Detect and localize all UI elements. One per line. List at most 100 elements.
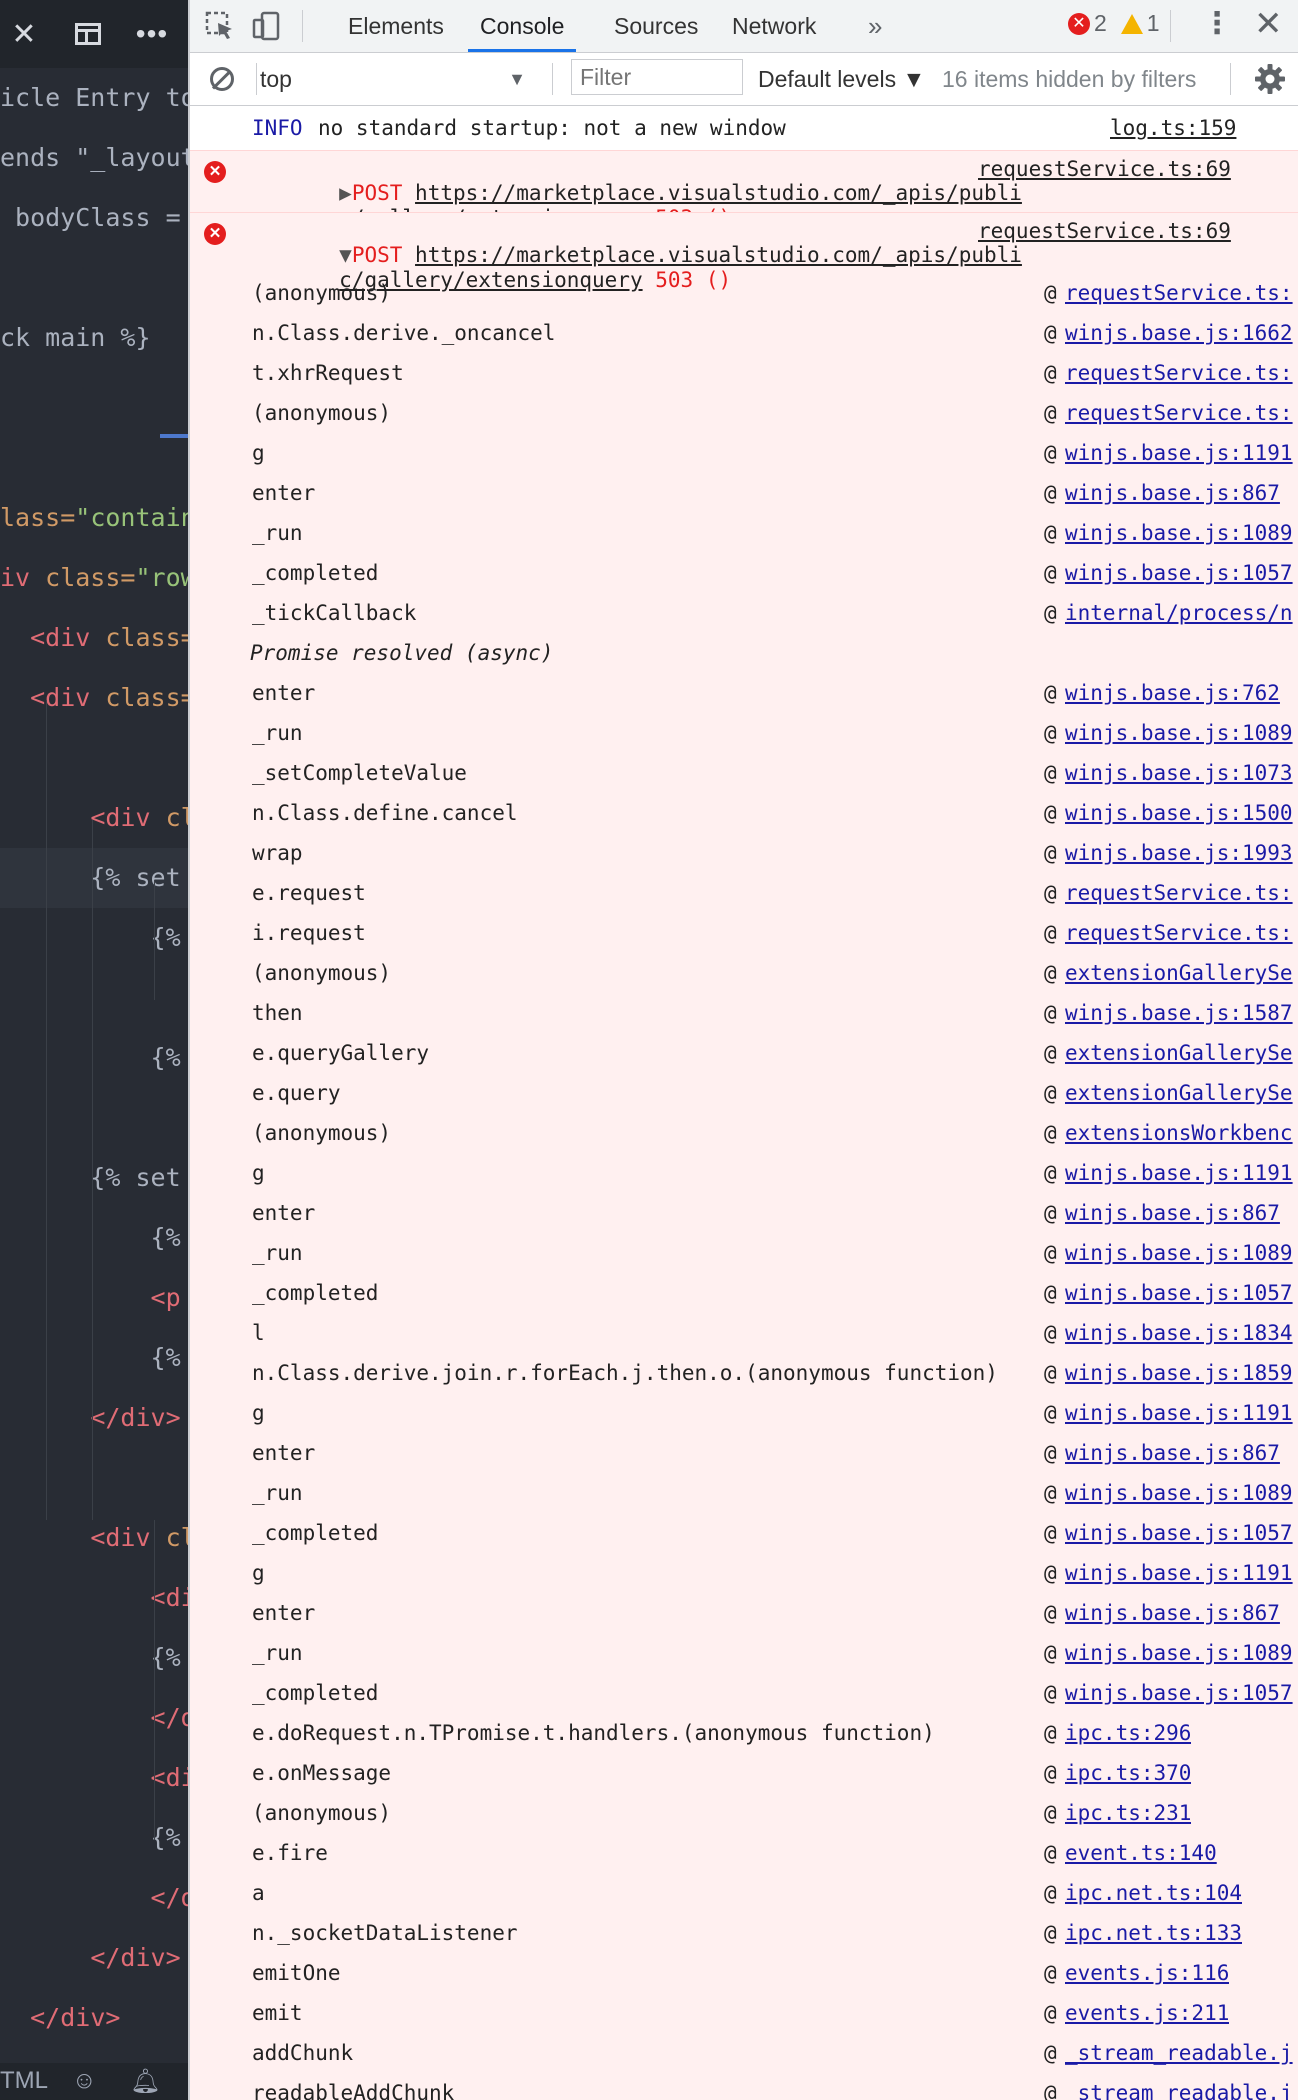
log-levels-dropdown[interactable]: Default levels ▼ [758, 61, 925, 97]
tab-elements[interactable]: Elements [336, 0, 456, 52]
kebab-menu-icon[interactable]: ⋮ [1202, 6, 1232, 41]
source-link[interactable]: _stream_readable.j [1065, 2033, 1293, 2073]
code-line[interactable]: </d [0, 1868, 188, 1928]
code-line[interactable] [0, 728, 188, 788]
code-line[interactable]: <div class= [0, 608, 188, 668]
gear-icon[interactable] [1254, 63, 1286, 95]
source-link[interactable]: winjs.base.js:1500 [1065, 793, 1293, 833]
code-line[interactable]: <di [0, 1748, 188, 1808]
code-line[interactable]: lass="contain [0, 488, 188, 548]
source-link[interactable]: winjs.base.js:1859 [1065, 1353, 1293, 1393]
tab-sources[interactable]: Sources [602, 0, 710, 52]
source-link[interactable]: extensionGallerySe [1065, 1073, 1293, 1113]
source-link[interactable]: extensionGallerySe [1065, 953, 1293, 993]
code-line[interactable]: <p [0, 1268, 188, 1328]
close-devtools-icon[interactable]: ✕ [1254, 4, 1283, 44]
source-link[interactable]: event.ts:140 [1065, 1833, 1217, 1873]
console-output[interactable]: INFO no standard startup: not a new wind… [190, 106, 1298, 2100]
code-line[interactable]: {% [0, 1028, 188, 1088]
code-line[interactable]: {% set [0, 848, 188, 908]
code-line[interactable]: {% [0, 1208, 188, 1268]
source-link[interactable]: ipc.ts:231 [1065, 1793, 1191, 1833]
code-line[interactable]: <div cl [0, 788, 188, 848]
split-editor-icon[interactable] [68, 14, 108, 54]
code-line[interactable] [0, 968, 188, 1028]
source-link[interactable]: winjs.base.js:1057 [1065, 1273, 1293, 1313]
tab-console[interactable]: Console [468, 0, 577, 52]
source-link[interactable]: winjs.base.js:1191 [1065, 433, 1293, 473]
source-link[interactable]: winjs.base.js:1089 [1065, 1633, 1293, 1673]
source-link[interactable]: winjs.base.js:867 [1065, 1193, 1280, 1233]
source-link[interactable]: log.ts:159 [1110, 116, 1236, 140]
source-link[interactable]: requestService.ts: [1065, 873, 1293, 913]
code-line[interactable]: {% [0, 1328, 188, 1388]
code-line[interactable]: {% [0, 908, 188, 968]
code-line[interactable] [0, 1448, 188, 1508]
code-line[interactable] [0, 248, 188, 308]
code-line[interactable]: bodyClass = [0, 188, 188, 248]
code-line[interactable]: {% [0, 1628, 188, 1688]
source-link[interactable]: winjs.base.js:1834 [1065, 1313, 1293, 1353]
clear-console-icon[interactable] [210, 67, 234, 91]
code-line[interactable]: </div> [0, 1928, 188, 1988]
code-line[interactable]: </d [0, 1688, 188, 1748]
context-select[interactable]: top ▼ [260, 61, 540, 97]
code-lines[interactable]: icle Entry to ends "_layout bodyClass = c… [0, 68, 188, 2063]
source-link[interactable]: winjs.base.js:1089 [1065, 513, 1293, 553]
device-toolbar-icon[interactable] [250, 10, 282, 42]
source-link[interactable]: requestService.ts:69 [978, 219, 1231, 243]
source-link[interactable]: winjs.base.js:1191 [1065, 1393, 1293, 1433]
code-editor[interactable]: ✕ ••• icle Entry to ends "_layout bodyCla… [0, 0, 188, 2100]
code-line[interactable]: </div> [0, 1388, 188, 1448]
source-link[interactable]: events.js:116 [1065, 1953, 1229, 1993]
source-link[interactable]: winjs.base.js:1089 [1065, 713, 1293, 753]
source-link[interactable]: winjs.base.js:1073 [1065, 753, 1293, 793]
code-line[interactable]: </div> [0, 1988, 188, 2048]
source-link[interactable]: winjs.base.js:1089 [1065, 1473, 1293, 1513]
source-link[interactable]: winjs.base.js:1191 [1065, 1153, 1293, 1193]
code-line[interactable]: <di [0, 1568, 188, 1628]
issue-counters[interactable]: ✕ 2 1 [1068, 10, 1160, 37]
source-link[interactable]: internal/process/n [1065, 593, 1293, 633]
code-line[interactable]: {% [0, 1808, 188, 1868]
source-link[interactable]: requestService.ts: [1065, 393, 1293, 433]
source-link[interactable]: winjs.base.js:1993 [1065, 833, 1293, 873]
source-link[interactable]: extensionsWorkbenc [1065, 1113, 1293, 1153]
filter-input[interactable] [571, 59, 743, 95]
source-link[interactable]: requestService.ts:69 [978, 157, 1231, 181]
source-link[interactable]: winjs.base.js:1089 [1065, 1233, 1293, 1273]
language-mode[interactable]: TML [0, 2067, 48, 2095]
source-link[interactable]: ipc.ts:296 [1065, 1713, 1191, 1753]
source-link[interactable]: winjs.base.js:1057 [1065, 1673, 1293, 1713]
code-line[interactable]: ck main %} [0, 308, 188, 368]
source-link[interactable]: _stream_readable.j [1065, 2073, 1293, 2100]
code-line[interactable]: ends "_layout [0, 128, 188, 188]
source-link[interactable]: winjs.base.js:1587 [1065, 993, 1293, 1033]
code-line[interactable]: <div class= [0, 668, 188, 728]
smiley-feedback-icon[interactable]: ☺ [72, 2067, 97, 2095]
source-link[interactable]: ipc.net.ts:104 [1065, 1873, 1242, 1913]
code-line[interactable] [0, 1088, 188, 1148]
code-line[interactable]: iv class="row [0, 548, 188, 608]
more-tabs-chevron-icon[interactable]: » [856, 0, 894, 52]
code-line[interactable]: <div cl [0, 1508, 188, 1568]
source-link[interactable]: winjs.base.js:1191 [1065, 1553, 1293, 1593]
source-link[interactable]: events.js:211 [1065, 1993, 1229, 2033]
source-link[interactable]: requestService.ts: [1065, 353, 1293, 393]
source-link[interactable]: winjs.base.js:867 [1065, 1593, 1280, 1633]
tab-network[interactable]: Network [720, 0, 828, 52]
source-link[interactable]: winjs.base.js:762 [1065, 673, 1280, 713]
source-link[interactable]: ipc.ts:370 [1065, 1753, 1191, 1793]
code-line[interactable]: {% set [0, 1148, 188, 1208]
console-message-error[interactable]: ✕ ▶POST https://marketplace.visualstudio… [190, 150, 1298, 230]
inspect-element-icon[interactable] [204, 10, 236, 42]
source-link[interactable]: winjs.base.js:1662 [1065, 313, 1293, 353]
source-link[interactable]: winjs.base.js:1057 [1065, 553, 1293, 593]
code-line[interactable]: icle Entry to [0, 68, 188, 128]
source-link[interactable]: winjs.base.js:867 [1065, 473, 1280, 513]
code-line[interactable] [0, 368, 188, 428]
source-link[interactable]: extensionGallerySe [1065, 1033, 1293, 1073]
console-message-error-expanded[interactable]: ✕ ▼POST https://marketplace.visualstudio… [190, 212, 1298, 2100]
source-link[interactable]: requestService.ts: [1065, 913, 1293, 953]
source-link[interactable]: requestService.ts: [1065, 273, 1293, 313]
